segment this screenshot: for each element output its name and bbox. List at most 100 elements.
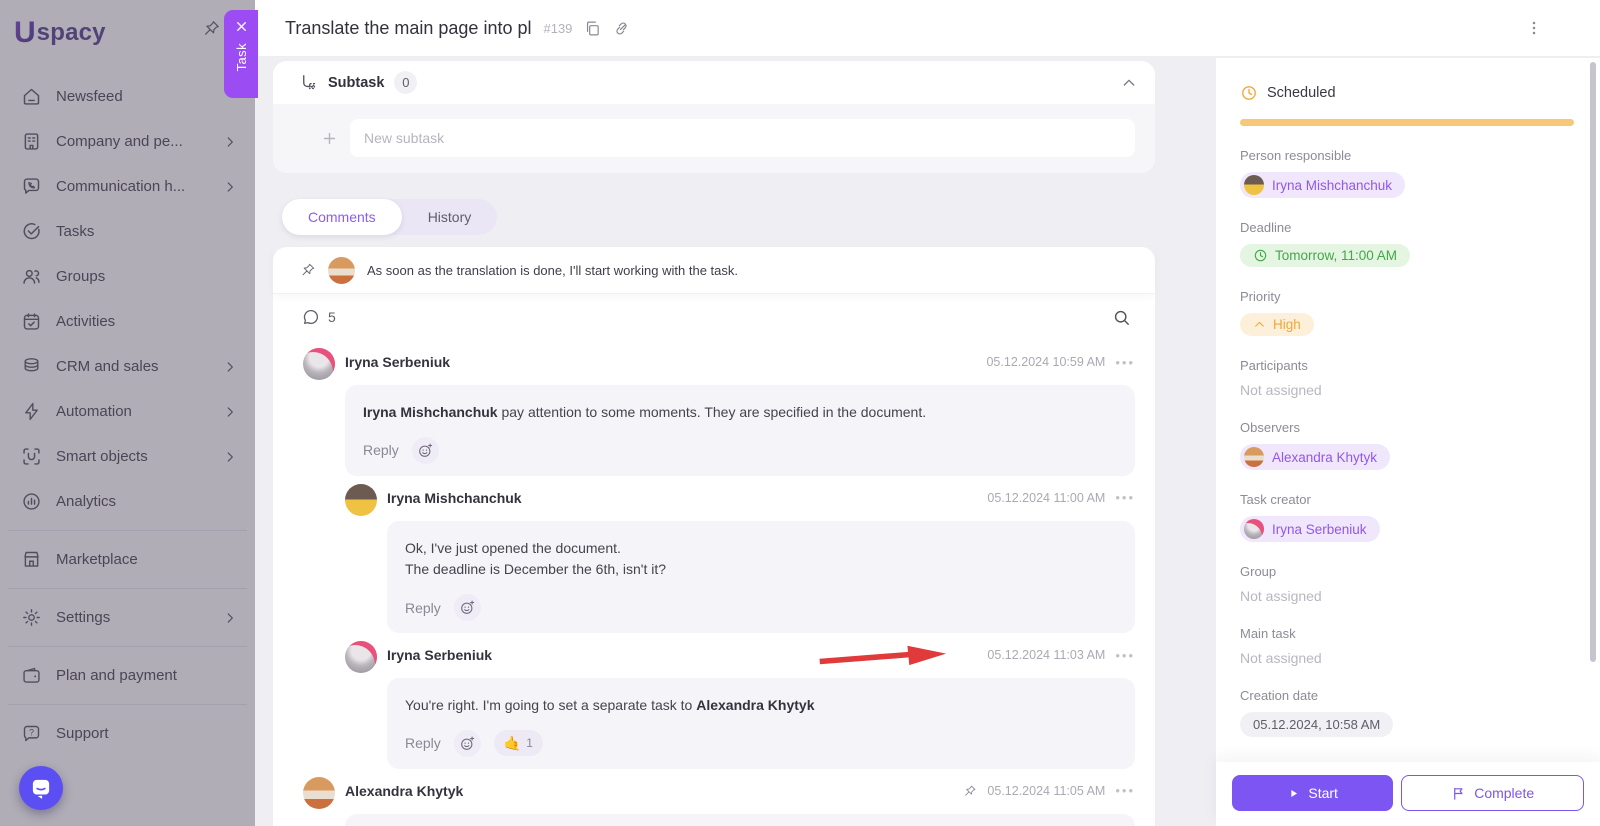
status-row[interactable]: Scheduled: [1240, 84, 1574, 102]
close-icon: [234, 19, 249, 34]
field-value: Alexandra Khytyk: [1240, 444, 1574, 470]
subtask-title: Subtask: [328, 74, 385, 91]
comment-actions: Reply 🤙 1: [405, 729, 1117, 757]
start-button[interactable]: Start: [1232, 775, 1394, 811]
not-assigned-value: Not assigned: [1240, 588, 1322, 604]
comments-section: As soon as the translation is done, I'll…: [273, 247, 1155, 826]
reaction-emoji: 🤙: [503, 735, 522, 752]
task-header: Translate the main page into pl #139: [255, 0, 1600, 57]
task-panel-tab[interactable]: Task: [224, 10, 258, 98]
avatar: [303, 348, 335, 380]
kebab-menu-icon[interactable]: [1524, 18, 1544, 43]
reply-button[interactable]: Reply: [363, 442, 399, 458]
comment-author: Alexandra Khytyk: [345, 782, 464, 799]
comment-bubble: Ok, I've just opened the document. The de…: [387, 520, 1135, 634]
deadline-pill[interactable]: Tomorrow, 11:00 AM: [1240, 244, 1411, 267]
person-pill[interactable]: Iryna Mishchanchuk: [1240, 172, 1406, 198]
field-priority: Priority High: [1240, 289, 1574, 336]
page-title: Translate the main page into pl: [285, 17, 532, 38]
field-main-task: Main task Not assigned: [1240, 626, 1574, 666]
comment-menu-icon[interactable]: •••: [1115, 784, 1135, 797]
add-subtask-icon[interactable]: [321, 130, 338, 147]
priority-pill[interactable]: High: [1240, 313, 1314, 336]
link-icon[interactable]: [613, 20, 630, 37]
not-assigned-value: Not assigned: [1240, 650, 1322, 666]
add-reaction-button[interactable]: [453, 729, 481, 757]
field-person-responsible: Person responsible Iryna Mishchanchuk: [1240, 148, 1574, 198]
comment-menu-icon[interactable]: •••: [1115, 649, 1135, 662]
field-participants: Participants Not assigned: [1240, 358, 1574, 398]
comment-header: Alexandra Khytyk 05.12.2024 11:05 AM •••: [345, 777, 1135, 805]
reaction-count: 1: [526, 736, 533, 751]
avatar: [345, 641, 377, 674]
search-icon[interactable]: [1112, 308, 1131, 327]
comment-menu-icon[interactable]: •••: [1115, 356, 1135, 369]
reply-button[interactable]: Reply: [405, 735, 441, 751]
reaction-pill[interactable]: 🤙 1: [493, 730, 543, 757]
tab-comments[interactable]: Comments: [282, 199, 402, 235]
chat-icon: [28, 775, 54, 801]
field-value: Tomorrow, 11:00 AM: [1240, 244, 1574, 267]
task-id: #139: [543, 20, 573, 36]
field-label: Observers: [1240, 420, 1300, 435]
avatar: [328, 256, 355, 284]
support-chat-button[interactable]: [19, 766, 63, 810]
field-value: High: [1240, 313, 1574, 336]
comment-item: Iryna Serbeniuk 05.12.2024 11:03 AM ••• …: [345, 641, 1135, 769]
comments-count-row: 5: [273, 294, 1155, 340]
add-reaction-button[interactable]: [453, 594, 481, 622]
play-icon: [1287, 787, 1300, 800]
field-value: Iryna Serbeniuk: [1240, 516, 1574, 542]
pin-icon: [963, 784, 977, 798]
comment-item: Iryna Mishchanchuk 05.12.2024 11:00 AM •…: [345, 483, 1135, 634]
field-value: Iryna Mishchanchuk: [1240, 172, 1574, 198]
person-pill[interactable]: Iryna Serbeniuk: [1240, 516, 1380, 542]
task-tab-label: Task: [233, 43, 249, 72]
field-label: Task creator: [1240, 492, 1311, 507]
person-name: Iryna Serbeniuk: [1272, 521, 1367, 537]
field-label: Priority: [1240, 289, 1281, 304]
field-observers: Observers Alexandra Khytyk: [1240, 420, 1574, 470]
clock-icon: [1240, 84, 1258, 102]
reply-button[interactable]: Reply: [405, 600, 441, 616]
priority-value: High: [1273, 317, 1301, 332]
flag-icon: [1451, 786, 1466, 801]
field-group: Group Not assigned: [1240, 564, 1574, 604]
comment-actions: Reply: [363, 436, 1117, 464]
field-value: Not assigned: [1240, 382, 1574, 398]
new-subtask-input[interactable]: [350, 119, 1135, 157]
add-reaction-button[interactable]: [411, 436, 439, 464]
comment-bubble: You're right. I'm going to set a separat…: [387, 678, 1135, 769]
field-label: Participants: [1240, 358, 1308, 373]
comment-menu-icon[interactable]: •••: [1115, 491, 1135, 504]
pin-icon: [300, 262, 316, 278]
comments-history-tabs: Comments History: [282, 199, 498, 235]
complete-button[interactable]: Complete: [1401, 775, 1584, 811]
scrollbar[interactable]: [1590, 62, 1596, 662]
red-arrow-annotation: [819, 645, 947, 666]
avatar: [303, 776, 335, 809]
pinned-comment-banner[interactable]: As soon as the translation is done, I'll…: [273, 247, 1155, 294]
comments-count: 5: [328, 309, 336, 325]
comment-text: Iryna Mishchanchuk pay attention to some…: [363, 404, 927, 420]
person-pill[interactable]: Alexandra Khytyk: [1240, 444, 1391, 470]
avatar: [345, 483, 377, 516]
field-label: Deadline: [1240, 220, 1292, 235]
status-badge: Scheduled: [1267, 85, 1336, 101]
field-label: Person responsible: [1240, 148, 1352, 163]
collapse-chevron-icon[interactable]: [1121, 75, 1137, 91]
subtask-branch-icon: [299, 73, 318, 92]
deadline-value: Tomorrow, 11:00 AM: [1275, 248, 1398, 263]
copy-icon[interactable]: [584, 20, 601, 37]
comment-timestamp: 05.12.2024 11:00 AM: [987, 490, 1106, 505]
subtask-header[interactable]: Subtask 0: [273, 61, 1155, 104]
details-fields: Person responsible Iryna Mishchanchuk Dead…: [1240, 148, 1574, 737]
task-content: Subtask 0 Comments History As soon as th…: [255, 58, 1216, 826]
comment-text: You're right. I'm going to set a separat…: [405, 697, 815, 714]
comment-header: Iryna Mishchanchuk 05.12.2024 11:00 AM •…: [387, 484, 1135, 512]
field-creation-date: Creation date 05.12.2024, 10:58 AM: [1240, 688, 1574, 737]
uspacy-app: Uspacy Newsfeed Company and pe... Communic…: [0, 0, 1600, 826]
task-details-panel: Scheduled Person responsible Iryna Mishch…: [1216, 58, 1600, 826]
tab-history[interactable]: History: [402, 199, 498, 235]
pinned-comment-text: As soon as the translation is done, I'll…: [367, 262, 738, 278]
